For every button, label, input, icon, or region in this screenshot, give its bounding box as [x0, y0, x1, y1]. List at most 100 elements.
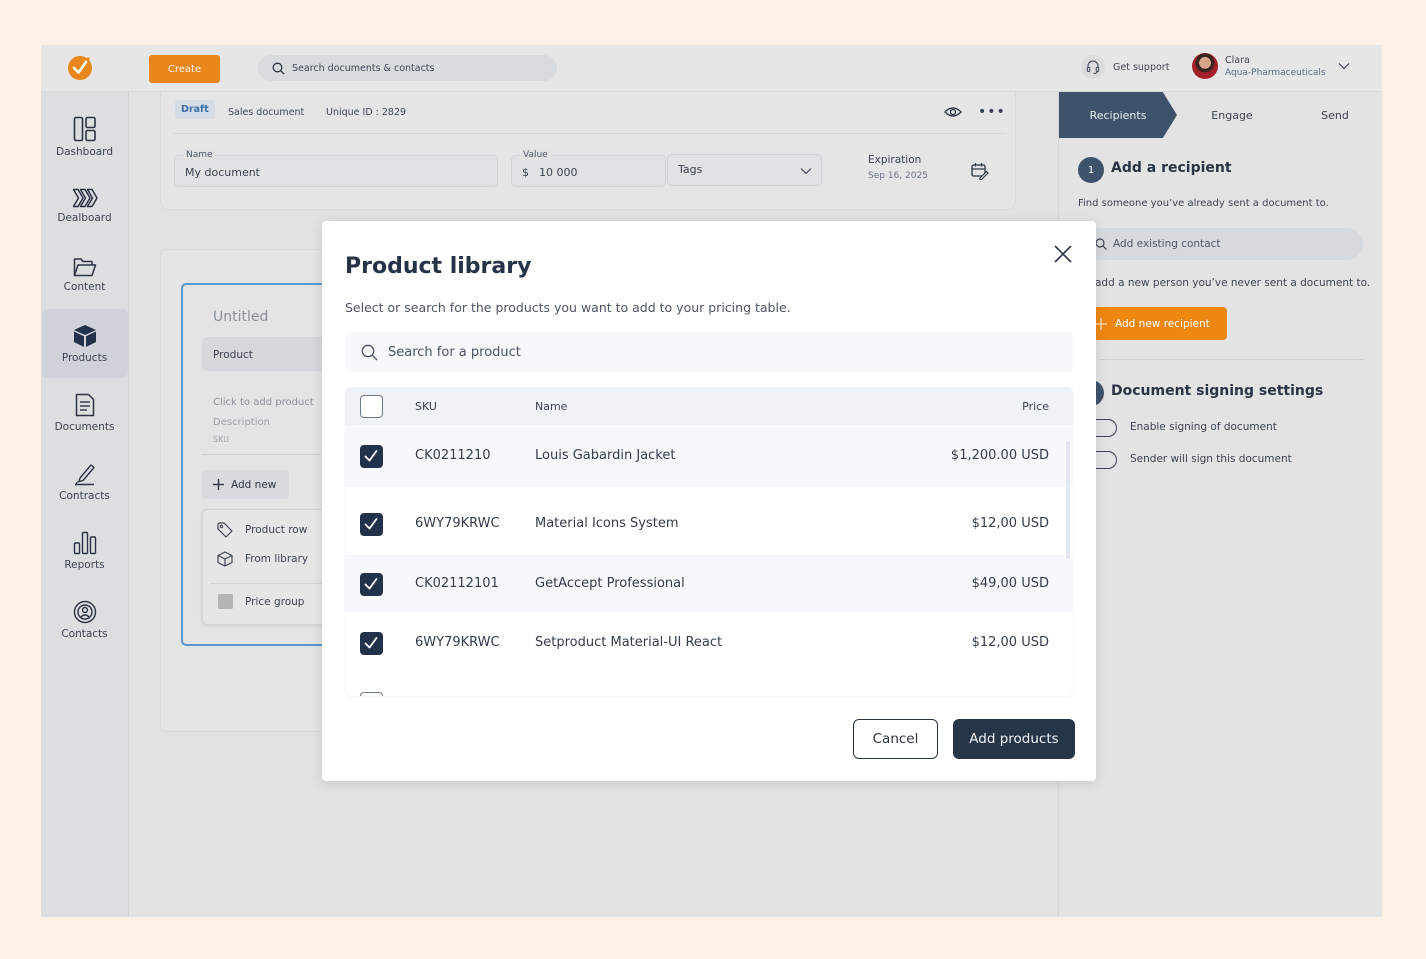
table-row[interactable]: 6WY79KRWC Material Icons System $12,00 USD	[345, 493, 1073, 555]
product-price: $12,00 USD	[971, 635, 1049, 650]
sidebar-item-documents[interactable]: Documents	[42, 378, 128, 447]
sender-sign-label: Sender will sign this document	[1130, 453, 1292, 465]
product-name: Setproduct Material-UI React	[535, 635, 723, 650]
document-icon	[75, 393, 94, 416]
top-bar: Create Search documents & contacts Get s…	[41, 45, 1382, 92]
row-checkbox[interactable]	[360, 513, 383, 536]
tab-label: Send	[1321, 108, 1349, 122]
sidebar-item-dashboard[interactable]: Dashboard	[42, 102, 128, 171]
click-to-add-product[interactable]: Click to add product	[213, 397, 314, 408]
sidebar-item-reports[interactable]: Reports	[42, 516, 128, 585]
add-products-button[interactable]: Add products	[953, 719, 1075, 759]
row-checkbox[interactable]	[360, 632, 383, 655]
new-person-text: add a new person you’ve never sent a doc…	[1095, 277, 1371, 289]
table-row[interactable]: CK02112101 GetAccept Professional $49,00 U…	[345, 555, 1073, 612]
get-support-button[interactable]: Get support	[1081, 55, 1169, 79]
right-panel: Recipients Engage Send 1 Add a recipient…	[1058, 92, 1382, 917]
table-header: SKU Name Price	[345, 387, 1073, 425]
product-name: Louis Gabardin Jacket	[535, 448, 676, 463]
tag-icon	[217, 522, 233, 538]
table-row[interactable]: 6WY79KRWC Setproduct Material-UI React $12…	[345, 612, 1073, 674]
add-new-button[interactable]: Add new	[202, 470, 289, 499]
sidebar-label: Documents	[54, 420, 115, 433]
document-value-field[interactable]: Value $ 10 000	[511, 149, 666, 187]
close-icon[interactable]	[1052, 243, 1074, 265]
document-name-field[interactable]: Name My document	[174, 149, 498, 187]
cancel-button[interactable]: Cancel	[853, 719, 938, 759]
tab-label: Engage	[1211, 108, 1253, 122]
product-search-input[interactable]: Search for a product	[345, 332, 1073, 372]
eye-icon[interactable]	[944, 106, 962, 118]
support-icon-wrap	[1081, 55, 1105, 79]
plus-icon	[1095, 317, 1107, 330]
sidebar-item-contacts[interactable]: Contacts	[42, 585, 128, 654]
logo-icon[interactable]	[67, 55, 93, 81]
tab-engage[interactable]: Engage	[1177, 92, 1287, 138]
menu-item-label: From library	[245, 553, 309, 565]
value-currency: $	[522, 166, 529, 179]
name-value: My document	[185, 166, 260, 179]
add-new-recipient-label: Add new recipient	[1115, 317, 1210, 330]
row-checkbox[interactable]	[360, 692, 383, 696]
table-scrollbar[interactable]	[1066, 441, 1070, 559]
add-recipient-title: Add a recipient	[1111, 160, 1232, 176]
step-tabs: Recipients Engage Send	[1059, 92, 1382, 138]
sku-placeholder: SKU	[213, 435, 229, 444]
product-table: SKU Name Price CK0211210 Louis Gabardin J…	[345, 387, 1073, 696]
select-all-checkbox[interactable]	[360, 395, 383, 418]
search-icon	[1095, 238, 1107, 250]
tags-placeholder: Tags	[678, 163, 703, 176]
create-button[interactable]: Create	[149, 55, 220, 83]
contacts-icon	[73, 600, 96, 623]
sidebar-item-contracts[interactable]: Contracts	[42, 447, 128, 516]
sidebar-label: Dealboard	[57, 211, 112, 224]
document-header: Draft Sales document Unique ID : 2829 ••…	[160, 92, 1016, 210]
row-checkbox[interactable]	[360, 445, 383, 468]
tab-send[interactable]: Send	[1287, 92, 1382, 138]
product-sku: CK0211210	[415, 448, 491, 463]
tags-dropdown[interactable]: Tags	[667, 154, 822, 186]
sidebar-item-dealboard[interactable]: Dealboard	[42, 171, 128, 240]
signing-settings-title: Document signing settings	[1111, 383, 1324, 399]
checkmark-icon	[364, 578, 378, 590]
add-new-recipient-button[interactable]: Add new recipient	[1089, 307, 1227, 340]
calendar-edit-icon[interactable]	[971, 162, 989, 180]
sidebar-item-content[interactable]: Content	[42, 240, 128, 309]
menu-item-label: Price group	[245, 595, 305, 608]
contact-search-input[interactable]: Add existing contact	[1085, 228, 1363, 260]
more-options-icon[interactable]: •••	[978, 104, 1006, 120]
product-price: $1,200.00 USD	[950, 448, 1049, 463]
cube-icon	[217, 551, 233, 567]
pricing-table-title[interactable]: Untitled	[213, 309, 268, 325]
menu-item-product-row[interactable]: Product row	[215, 522, 307, 538]
sidebar-label: Reports	[64, 558, 105, 571]
chevron-down-icon[interactable]	[1338, 62, 1350, 70]
sidebar-item-products[interactable]: Products	[41, 309, 128, 378]
product-library-modal: Product library Select or search for the…	[322, 221, 1096, 781]
global-search-input[interactable]: Search documents & contacts	[258, 55, 557, 81]
menu-item-price-group[interactable]: Price group	[215, 594, 304, 609]
product-name: Material Icons System	[535, 516, 679, 531]
contact-search-placeholder: Add existing contact	[1113, 238, 1221, 250]
checkmark-icon	[364, 450, 378, 462]
price-group-icon	[217, 594, 233, 609]
user-menu[interactable]: Clara Aqua-Pharmaceuticals	[1192, 53, 1326, 79]
table-row-partial	[345, 680, 1073, 696]
dashboard-icon	[73, 116, 96, 141]
menu-item-from-library[interactable]: From library	[215, 551, 308, 567]
sidebar-label: Contracts	[59, 489, 110, 502]
sidebar-label: Products	[61, 351, 108, 364]
tab-label: Recipients	[1089, 108, 1147, 122]
enable-signing-label: Enable signing of document	[1130, 421, 1277, 433]
plus-icon	[213, 479, 224, 490]
product-sku: CK02112101	[415, 576, 499, 591]
tab-recipients[interactable]: Recipients	[1059, 92, 1177, 138]
row-checkbox[interactable]	[360, 573, 383, 596]
folder-icon	[73, 257, 96, 276]
modal-subtitle: Select or search for the products you wa…	[345, 300, 791, 315]
sidebar: Dashboard Dealboard Content Products Doc…	[41, 92, 129, 917]
table-row[interactable]: CK0211210 Louis Gabardin Jacket $1,200.00 …	[345, 425, 1073, 487]
bar-chart-icon	[73, 531, 96, 554]
get-support-label: Get support	[1113, 61, 1170, 73]
name-label: Name	[184, 149, 215, 161]
